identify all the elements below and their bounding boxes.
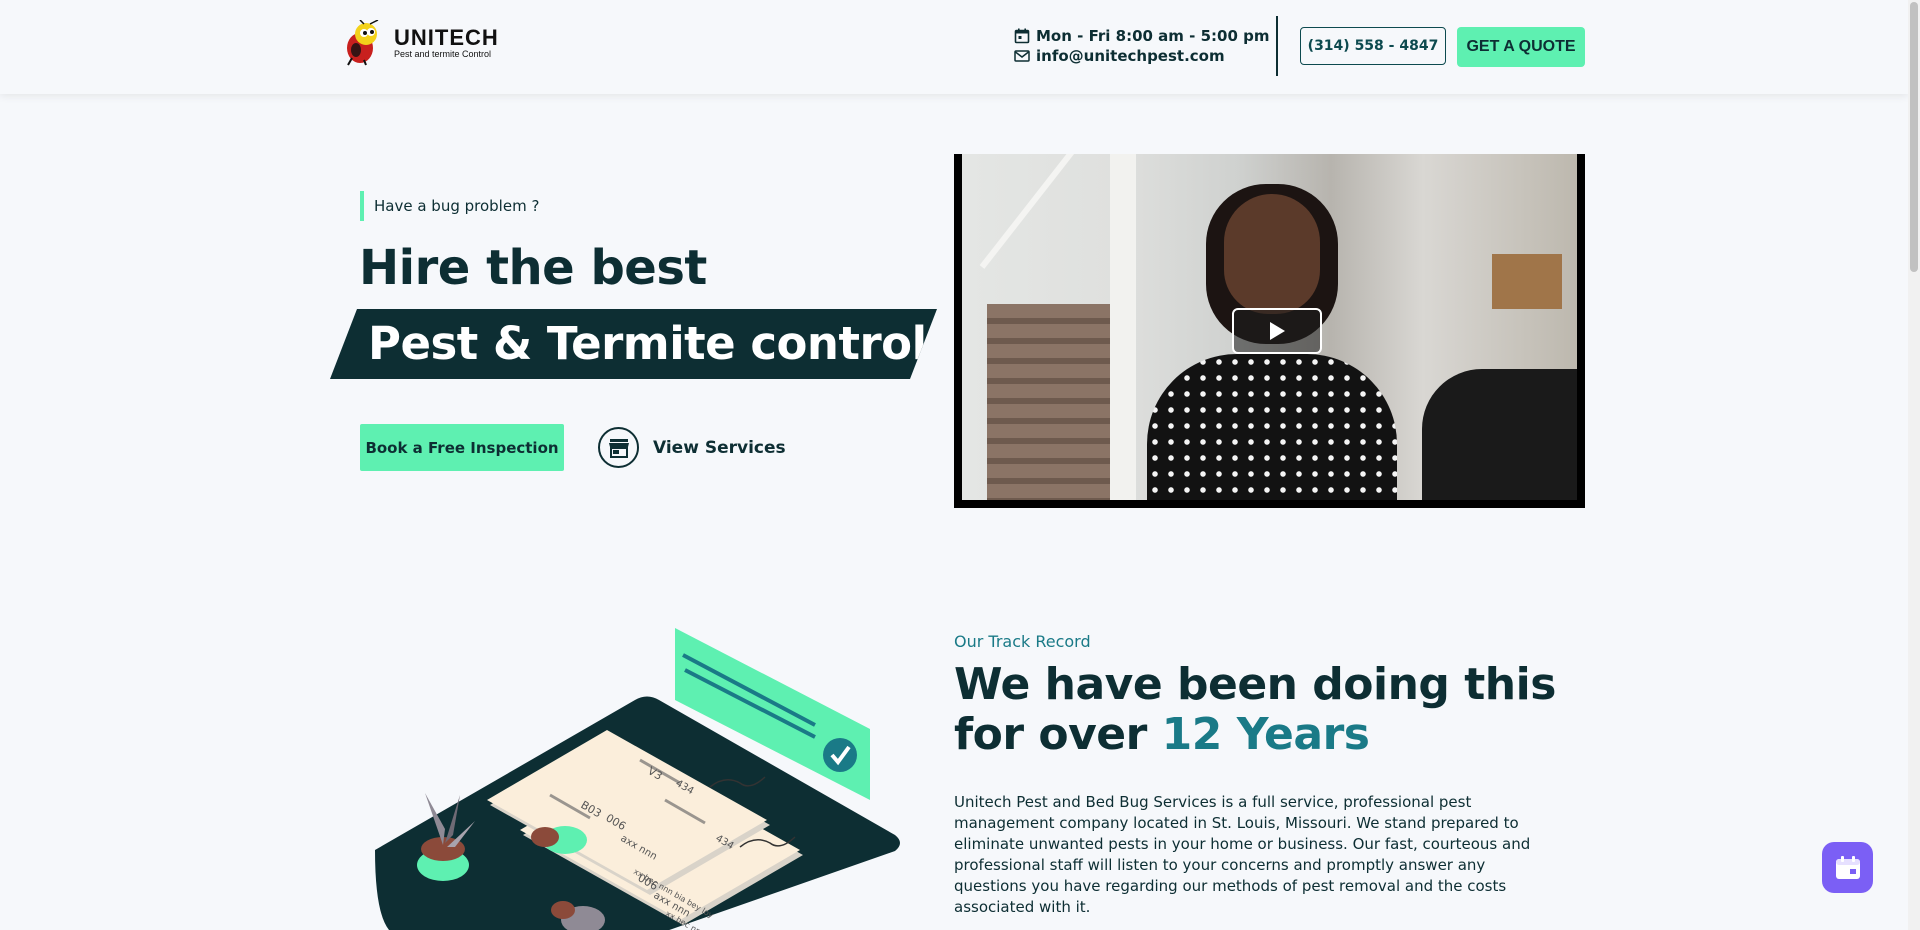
page-scrollbar[interactable] [1908,0,1920,930]
presenter-body-graphic [1147,354,1397,500]
hero-title: Hire the best [359,240,707,296]
play-button[interactable] [1232,308,1322,354]
calendar-icon [1835,855,1860,879]
track-record-body: Unitech Pest and Bed Bug Services is a f… [954,793,1531,916]
business-hours: Mon - Fri 8:00 am - 5:00 pm [1036,27,1270,45]
store-icon [598,427,639,468]
track-title-accent: 12 Years [1161,709,1370,760]
logo[interactable]: UNITECH Pest and termite Control [344,19,499,66]
header-divider [1276,16,1278,76]
get-quote-button[interactable]: GET A QUOTE [1457,27,1585,67]
presenter-face-graphic [1224,194,1320,314]
calendar-icon [1014,28,1030,44]
view-services-link[interactable]: View Services [598,427,786,468]
hero-video[interactable] [954,154,1585,508]
play-icon [1270,322,1285,340]
book-inspection-button[interactable]: Book a Free Inspection [360,424,564,471]
site-header: UNITECH Pest and termite Control Mon - F… [0,0,1908,94]
stairs-graphic [987,304,1117,500]
track-record-illustration: V3 434 B03 006 axx nnn xx bec nnn bia be… [375,625,905,930]
wall-pillar-graphic [1110,154,1136,500]
phone-button[interactable]: (314) 558 - 4847 [1300,27,1446,65]
calendar-booking-button[interactable] [1822,842,1873,893]
scrollbar-thumb[interactable] [1910,2,1918,272]
stair-rail-graphic [979,154,1083,269]
view-services-label: View Services [653,437,786,458]
hero-eyebrow: Have a bug problem ? [360,191,539,221]
bug-mascot-icon [344,19,386,66]
kitchen-cabinets-graphic [1492,254,1562,309]
contact-info: Mon - Fri 8:00 am - 5:00 pm info@unitech… [1014,26,1269,66]
hero-banner: Pest & Termite control. [330,309,937,379]
video-thumbnail [962,154,1577,500]
logo-tagline: Pest and termite Control [394,48,492,59]
track-record-label: Our Track Record [954,632,1091,651]
sofa-graphic [1422,369,1577,500]
email-link[interactable]: info@unitechpest.com [1036,47,1225,65]
mail-icon [1014,50,1030,62]
track-record-title: We have been doing this for over 12 Year… [954,660,1604,760]
logo-name: UNITECH [394,24,499,50]
hero-subtitle: Pest & Termite control. [368,317,944,370]
